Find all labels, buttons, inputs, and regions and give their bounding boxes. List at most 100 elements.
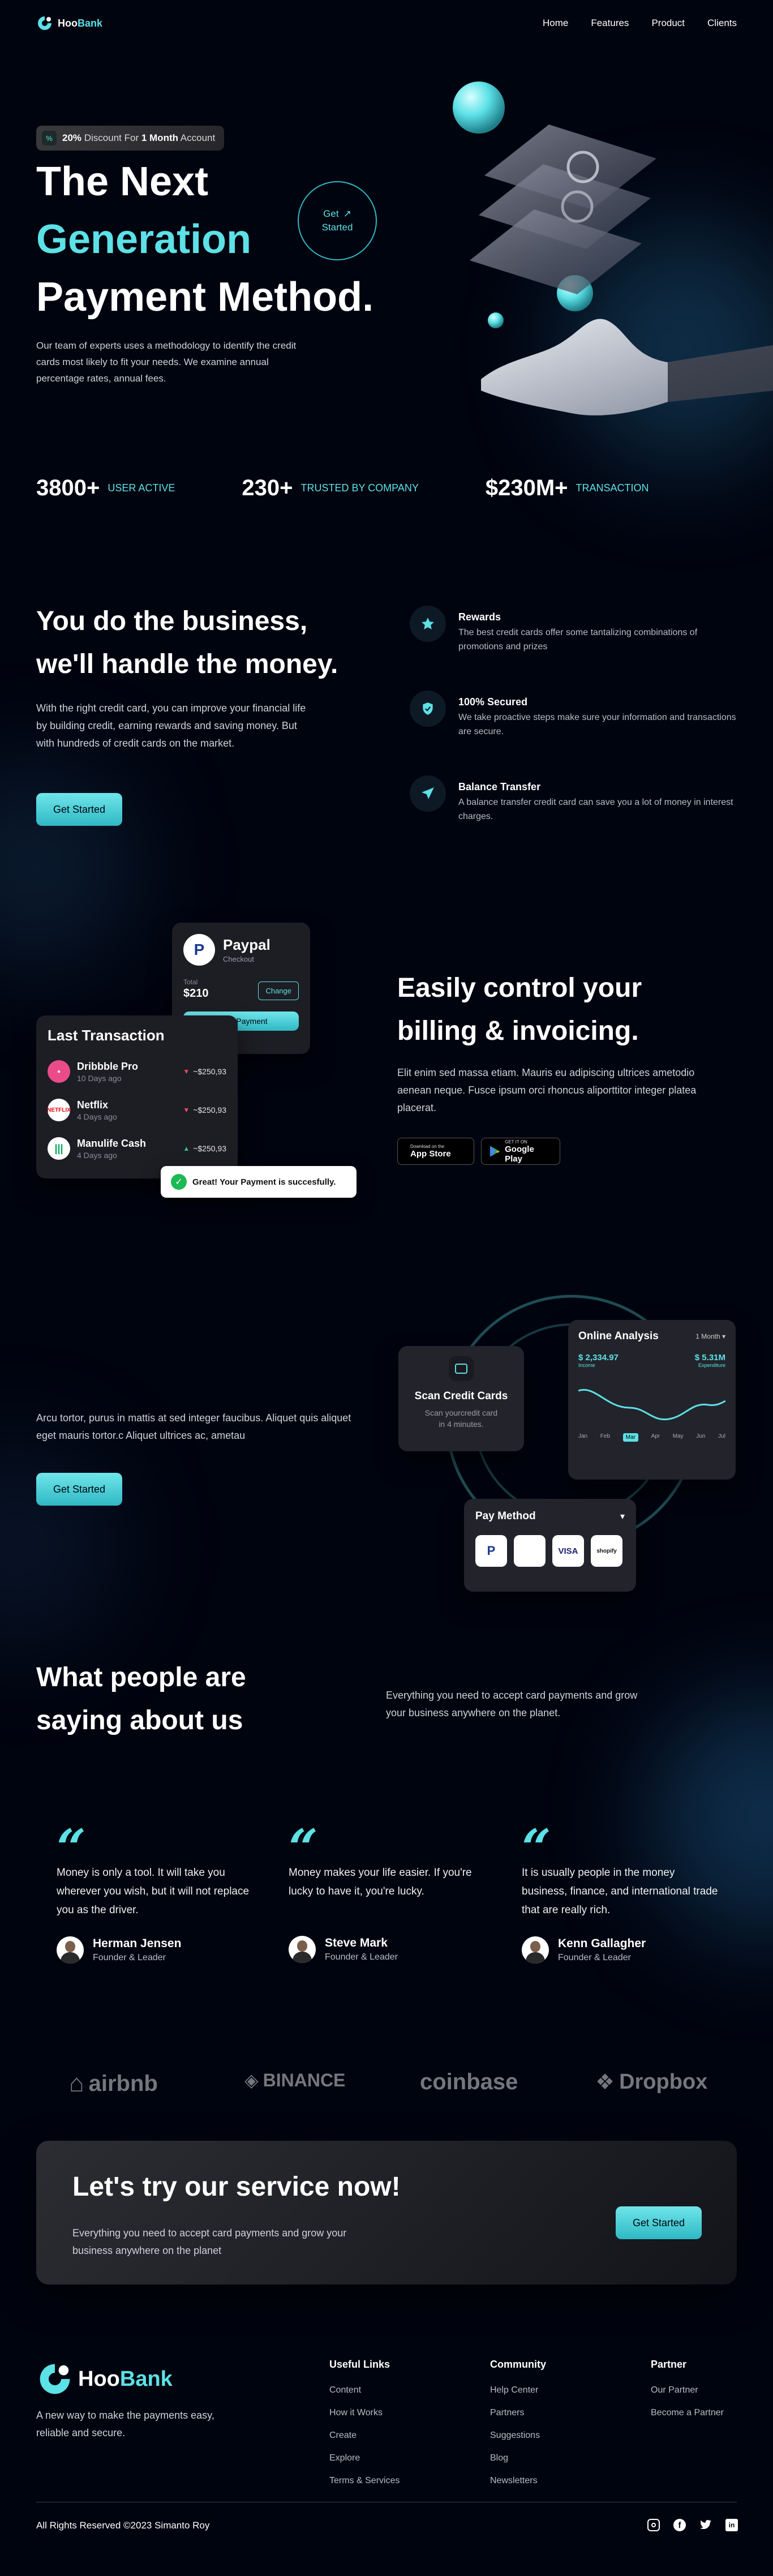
app-store-button[interactable]: Download on the App Store bbox=[397, 1138, 474, 1165]
footer-link[interactable]: Create bbox=[329, 2431, 400, 2441]
google-play-button[interactable]: GET IT ON Google Play bbox=[481, 1138, 560, 1165]
billing-title-line1: Easily control your bbox=[397, 973, 642, 1003]
hero-title-line3: Payment Method. bbox=[36, 275, 374, 320]
footer-link[interactable]: Blog bbox=[490, 2453, 546, 2463]
facebook-icon[interactable]: f bbox=[673, 2519, 686, 2531]
payment-success-toast: ✓ Great! Your Payment is succesfully. bbox=[161, 1166, 357, 1198]
nav-link-features[interactable]: Features bbox=[591, 18, 629, 29]
billing-text: Elit enim sed massa etiam. Mauris eu adi… bbox=[397, 1067, 697, 1113]
discount-percent: 20% bbox=[62, 132, 82, 143]
business-title-line1: You do the business, bbox=[36, 606, 308, 636]
footer-link[interactable]: Newsletters bbox=[490, 2476, 546, 2486]
stat-users-label: User Active bbox=[108, 482, 175, 494]
business-get-started-button[interactable]: Get Started bbox=[36, 793, 122, 826]
expenditure-label: Expenditure bbox=[698, 1362, 725, 1368]
tx-name: Dribbble Pro bbox=[77, 1060, 139, 1072]
footer-link[interactable]: How it Works bbox=[329, 2408, 400, 2418]
testimonial-role: Founder & Leader bbox=[93, 1953, 166, 1962]
month-axis: Jan Feb Mar Apr May Jun Jul bbox=[578, 1433, 725, 1442]
linkedin-icon[interactable]: in bbox=[725, 2519, 738, 2531]
testimonial-quote: Money is only a tool. It will take you w… bbox=[57, 1867, 250, 1916]
nav-link-product[interactable]: Product bbox=[651, 18, 685, 29]
month-label-active[interactable]: Mar bbox=[622, 1433, 638, 1442]
logo-icon bbox=[38, 16, 51, 30]
cta-text: Everything you need to accept card payme… bbox=[72, 2227, 347, 2256]
transaction-row[interactable]: ● Dribbble Pro 10 Days ago ▼ ~$250,93 bbox=[48, 1052, 226, 1091]
hero-get-started-button[interactable]: Get ↗ Started bbox=[298, 181, 377, 260]
testimonials-text: Everything you need to accept card payme… bbox=[386, 1690, 638, 1718]
testimonial-card: “ Money makes your life easier. If you'r… bbox=[289, 1823, 487, 1963]
footer-link[interactable]: Suggestions bbox=[490, 2431, 546, 2441]
arrow-down-icon: ▼ bbox=[183, 1068, 190, 1075]
footer-link[interactable]: Explore bbox=[329, 2453, 400, 2463]
month-label: Jul bbox=[718, 1433, 725, 1439]
testimonial-quote: Money makes your life easier. If you're … bbox=[289, 1867, 472, 1897]
shield-icon bbox=[410, 691, 446, 727]
discount-tail: Account bbox=[178, 132, 216, 143]
testimonial-name: Herman Jensen bbox=[93, 1937, 182, 1950]
instagram-icon[interactable] bbox=[647, 2519, 660, 2531]
testimonial-quote: It is usually people in the money busine… bbox=[522, 1867, 718, 1916]
footer-link[interactable]: Content bbox=[329, 2385, 400, 2395]
client-logo-dropbox: ❖ Dropbox bbox=[595, 2069, 707, 2095]
nav-link-clients[interactable]: Clients bbox=[707, 18, 737, 29]
client-dropbox-text: Dropbox bbox=[619, 2070, 708, 2094]
footer-link[interactable]: Terms & Services bbox=[329, 2476, 400, 2486]
toast-text: Great! Your Payment is succesfully. bbox=[192, 1177, 336, 1187]
shopify-method-icon[interactable]: shopify bbox=[591, 1535, 622, 1567]
paypal-change-button[interactable]: Change bbox=[258, 981, 299, 1000]
apple-method-icon[interactable] bbox=[514, 1535, 546, 1567]
logo-text-suffix: Bank bbox=[78, 17, 103, 29]
stats-row: 3800+ User Active 230+ Trusted by Company … bbox=[36, 475, 716, 501]
footer-link[interactable]: Help Center bbox=[490, 2385, 546, 2395]
period-dropdown[interactable]: 1 Month ▾ bbox=[695, 1332, 725, 1340]
pay-method-title: Pay Method bbox=[475, 1510, 536, 1522]
footer-column-title: Useful Links bbox=[329, 2359, 390, 2370]
client-airbnb-text: airbnb bbox=[88, 2071, 158, 2096]
footer-link[interactable]: Our Partner bbox=[651, 2385, 724, 2395]
month-label: Jan bbox=[578, 1433, 588, 1439]
visa-method-icon[interactable]: VISA bbox=[552, 1535, 584, 1567]
cta-get-started-button[interactable]: Get Started bbox=[616, 2206, 702, 2239]
pay-method-card: Pay Method ▾ P VISA shopify bbox=[464, 1499, 636, 1592]
google-play-big: Google Play bbox=[505, 1144, 534, 1164]
manulife-icon: ||| bbox=[48, 1137, 70, 1160]
income-value: $ 2,334.97 bbox=[578, 1353, 619, 1362]
navbar: HooBank Home Features Product Clients bbox=[36, 12, 737, 34]
footer-link[interactable]: Partners bbox=[490, 2408, 546, 2418]
feature-balance-transfer: Balance Transfer A balance transfer credi… bbox=[410, 775, 738, 824]
last-transaction-card: Last Transaction ● Dribbble Pro 10 Days a… bbox=[36, 1015, 238, 1178]
stat-users: 3800+ User Active bbox=[36, 475, 175, 501]
logo[interactable]: HooBank bbox=[36, 15, 102, 32]
nav-link-home[interactable]: Home bbox=[543, 18, 568, 29]
testimonial-card: “ Money is only a tool. It will take you… bbox=[57, 1823, 255, 1964]
hero-description: Our team of experts uses a methodology t… bbox=[36, 340, 297, 384]
discount-icon: % bbox=[42, 131, 57, 145]
app-store-big: App Store bbox=[410, 1149, 451, 1159]
testimonial-card: “ It is usually people in the money busi… bbox=[522, 1823, 720, 1964]
paypal-method-icon[interactable]: P bbox=[475, 1535, 507, 1567]
netflix-icon: NETFLIX bbox=[47, 1099, 71, 1121]
arrow-up-right-icon: ↗ bbox=[343, 208, 351, 220]
paypal-total: $210 bbox=[183, 987, 209, 1000]
income-label: Income bbox=[578, 1362, 595, 1368]
twitter-icon[interactable] bbox=[699, 2519, 712, 2531]
month-label: Jun bbox=[696, 1433, 706, 1439]
logo-text-prefix: Hoo bbox=[58, 17, 78, 29]
scan-title: Scan Credit Cards bbox=[414, 1390, 508, 1402]
paypal-name: Paypal bbox=[223, 936, 270, 953]
transaction-row[interactable]: NETFLIX Netflix 4 Days ago ▼ ~$250,93 bbox=[47, 1091, 226, 1129]
client-logo-binance: ◈ BINANCE bbox=[244, 2069, 345, 2091]
footer-logo-suffix: Bank bbox=[119, 2367, 173, 2391]
scan-icon bbox=[449, 1356, 474, 1381]
paypal-total-label: Total bbox=[183, 978, 198, 986]
chevron-down-icon[interactable]: ▾ bbox=[620, 1511, 625, 1522]
sphere-large bbox=[453, 82, 505, 134]
footer-link[interactable]: Become a Partner bbox=[651, 2408, 724, 2418]
analysis-get-started-button[interactable]: Get Started bbox=[36, 1473, 122, 1506]
transaction-row[interactable]: ||| Manulife Cash 4 Days ago ▲ ~$250,93 bbox=[48, 1129, 226, 1168]
footer-logo[interactable]: HooBank bbox=[36, 2360, 173, 2398]
business-text: With the right credit card, you can impr… bbox=[36, 702, 306, 749]
feature-rewards-title: Rewards bbox=[458, 611, 501, 623]
dribbble-icon: ● bbox=[48, 1060, 70, 1083]
